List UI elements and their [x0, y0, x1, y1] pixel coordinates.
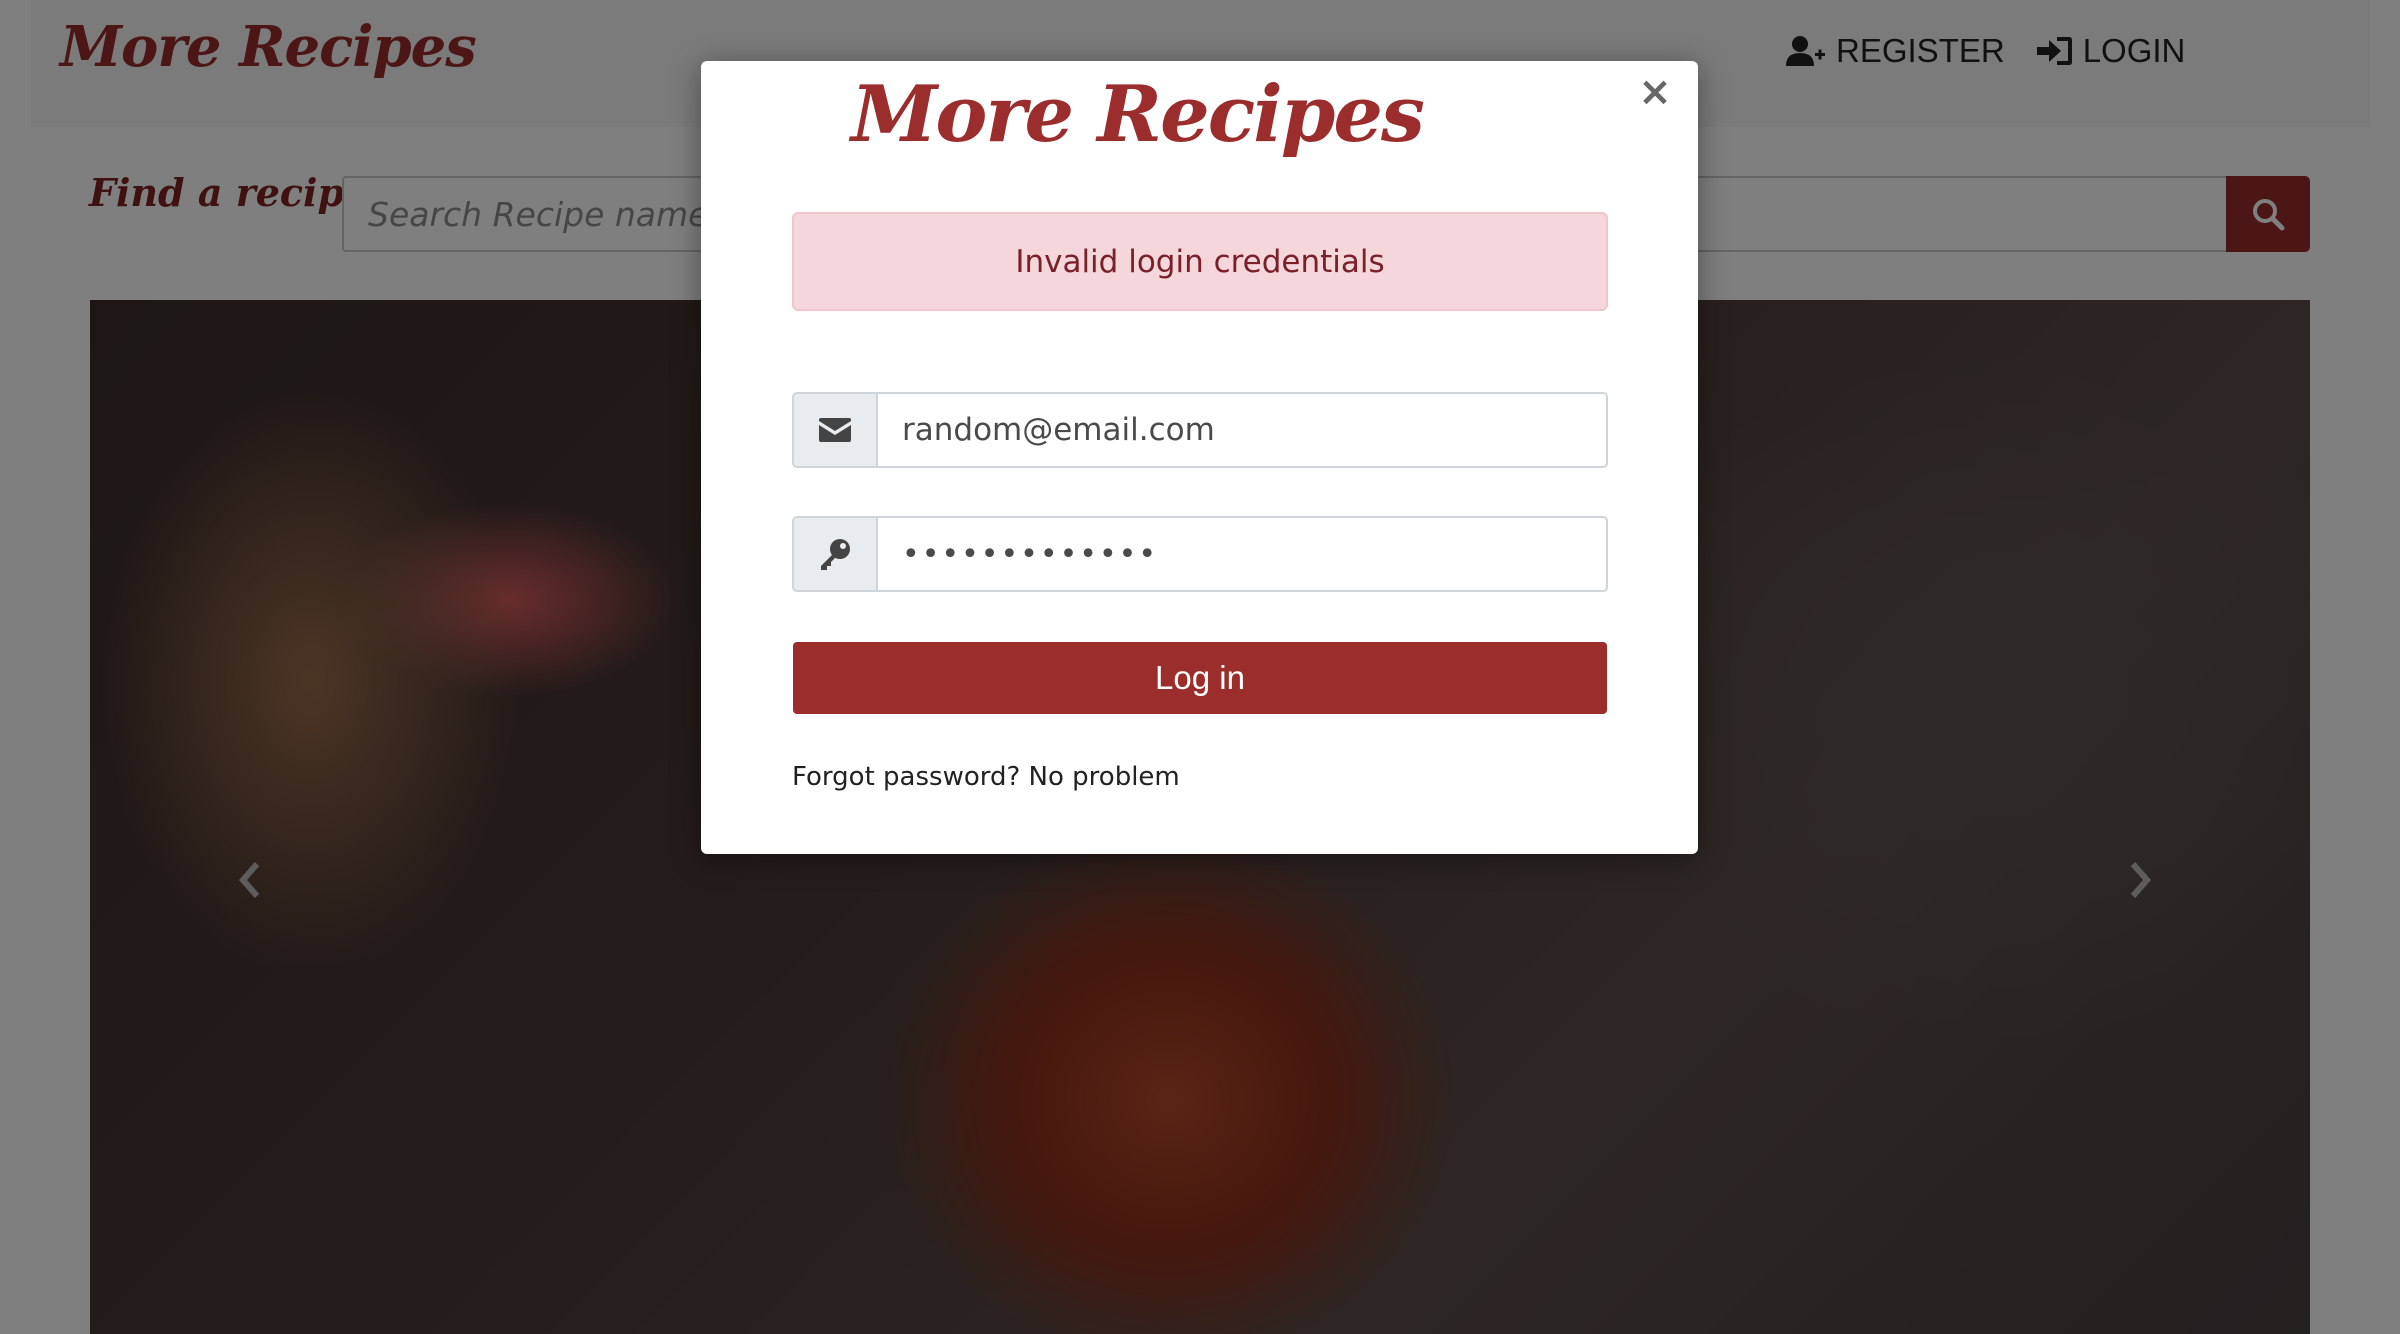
forgot-password: Forgot password? No problem	[792, 762, 1180, 792]
forgot-password-link[interactable]: No problem	[1029, 762, 1180, 792]
forgot-prefix: Forgot password?	[792, 762, 1021, 792]
email-addon	[792, 392, 876, 468]
key-icon	[821, 539, 850, 570]
login-button[interactable]: Log in	[793, 642, 1607, 714]
envelope-icon	[819, 418, 851, 442]
login-modal: More Recipes × Invalid login credentials…	[701, 61, 1698, 854]
password-field[interactable]	[876, 516, 1608, 592]
email-input-group	[792, 392, 1608, 468]
error-alert: Invalid login credentials	[792, 212, 1608, 311]
close-button[interactable]: ×	[1635, 67, 1675, 117]
modal-logo: More Recipes	[851, 69, 1425, 160]
password-addon	[792, 516, 876, 592]
email-field[interactable]	[876, 392, 1608, 468]
password-input-group	[792, 516, 1608, 592]
